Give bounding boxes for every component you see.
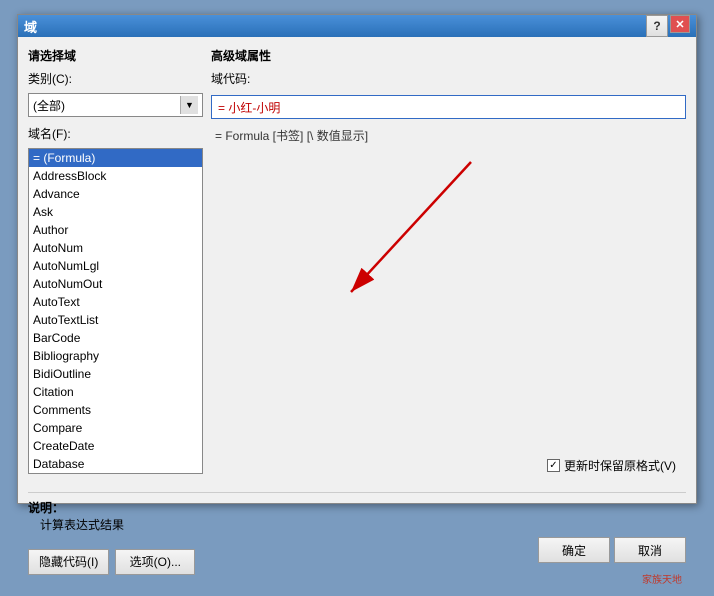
list-item[interactable]: Compare: [29, 419, 202, 437]
list-item[interactable]: AutoText: [29, 293, 202, 311]
preserve-format-checkbox[interactable]: ✓: [547, 459, 560, 472]
right-panel-title: 高级域属性: [211, 47, 686, 64]
preserve-format-label: 更新时保留原格式(V): [564, 457, 676, 474]
list-item[interactable]: BidiOutline: [29, 365, 202, 383]
category-select[interactable]: (全部) ▼: [28, 93, 203, 117]
cancel-button[interactable]: 取消: [614, 537, 686, 563]
close-button[interactable]: ✕: [670, 15, 690, 33]
arrow-area: [211, 152, 686, 451]
ok-button[interactable]: 确定: [538, 537, 610, 563]
title-bar: 域 ? ✕: [18, 15, 696, 37]
options-button[interactable]: 选项(O)...: [115, 549, 195, 575]
desc-label: 说明：: [28, 499, 686, 516]
annotation-arrow: [271, 152, 531, 332]
list-item[interactable]: Database: [29, 455, 202, 473]
list-item[interactable]: AutoNumOut: [29, 275, 202, 293]
desc-section: 说明： 计算表达式结果: [28, 492, 686, 533]
list-item[interactable]: Citation: [29, 383, 202, 401]
dialog: 域 ? ✕ 请选择域 类别(C): (全部) ▼ 域名(F): = (Formu…: [17, 14, 697, 504]
help-button[interactable]: ?: [646, 15, 668, 37]
list-item[interactable]: = (Formula): [29, 149, 202, 167]
fields-label: 域名(F):: [28, 125, 203, 142]
category-label: 类别(C):: [28, 70, 203, 87]
fields-list[interactable]: = (Formula)AddressBlockAdvanceAskAuthorA…: [29, 149, 202, 473]
list-item[interactable]: AutoNumLgl: [29, 257, 202, 275]
category-value: (全部): [33, 97, 65, 114]
title-bar-buttons: ? ✕: [646, 15, 690, 37]
dialog-body: 请选择域 类别(C): (全部) ▼ 域名(F): = (Formula)Add…: [18, 37, 696, 484]
list-item[interactable]: Ask: [29, 203, 202, 221]
list-item[interactable]: AutoTextList: [29, 311, 202, 329]
preserve-format-row: ✓ 更新时保留原格式(V): [211, 457, 686, 474]
list-item[interactable]: AddressBlock: [29, 167, 202, 185]
list-item[interactable]: AutoNum: [29, 239, 202, 257]
list-item[interactable]: Author: [29, 221, 202, 239]
list-item[interactable]: Bibliography: [29, 347, 202, 365]
field-code-preview: = Formula [书签] [\ 数值显示]: [211, 125, 686, 146]
left-panel-title: 请选择域: [28, 47, 203, 64]
category-arrow: ▼: [180, 96, 198, 114]
bottom-panel: 说明： 计算表达式结果 隐藏代码(I) 选项(O)... 确定 取消 家族天地: [18, 484, 696, 596]
left-panel: 请选择域 类别(C): (全部) ▼ 域名(F): = (Formula)Add…: [28, 47, 203, 474]
watermark: 家族天地: [642, 571, 686, 586]
list-item[interactable]: Advance: [29, 185, 202, 203]
right-panel: 高级域属性 域代码: = Formula [书签] [\ 数值显示]: [211, 47, 686, 474]
list-item[interactable]: BarCode: [29, 329, 202, 347]
field-code-label: 域代码:: [211, 70, 686, 87]
fields-list-container: = (Formula)AddressBlockAdvanceAskAuthorA…: [28, 148, 203, 474]
bottom-action-row: 隐藏代码(I) 选项(O)... 确定 取消 家族天地: [28, 537, 686, 586]
hide-codes-button[interactable]: 隐藏代码(I): [28, 549, 109, 575]
field-code-input[interactable]: [211, 95, 686, 119]
desc-text: 计算表达式结果: [28, 516, 686, 533]
list-item[interactable]: Comments: [29, 401, 202, 419]
dialog-title: 域: [24, 17, 37, 36]
list-item[interactable]: CreateDate: [29, 437, 202, 455]
